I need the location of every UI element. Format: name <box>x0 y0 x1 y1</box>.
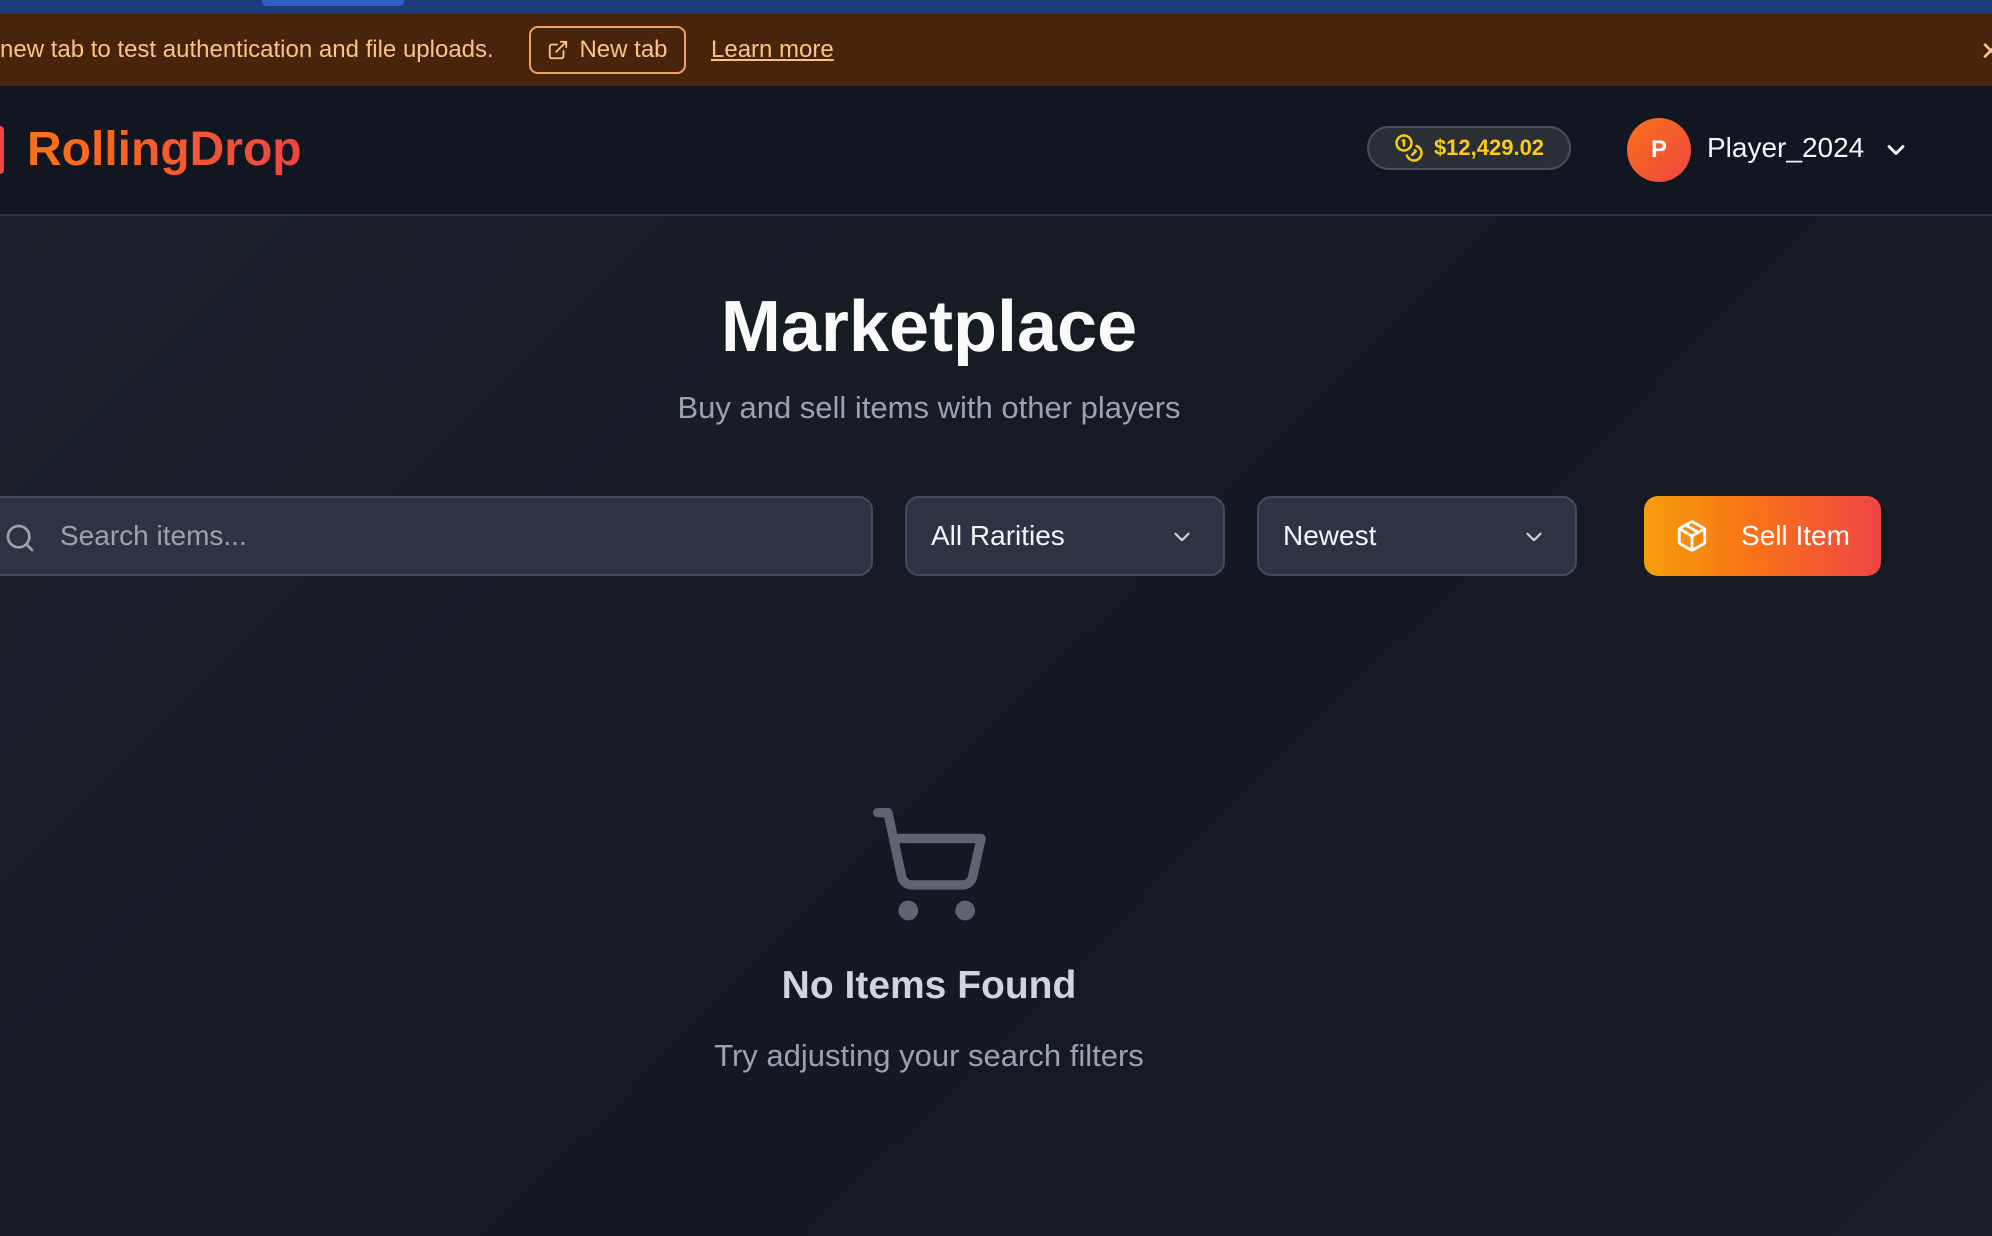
logo-mark <box>0 126 4 174</box>
chevron-down-icon <box>1526 532 1542 542</box>
search-input[interactable] <box>60 498 850 574</box>
search-box[interactable] <box>0 496 873 576</box>
sort-select-value: Newest <box>1283 520 1377 551</box>
username[interactable]: Player_2024 <box>1707 132 1864 164</box>
sell-item-label: Sell Item <box>1741 520 1850 551</box>
new-tab-button[interactable]: New tab <box>529 26 686 74</box>
new-tab-label: New tab <box>579 36 668 63</box>
balance-amount: $12,429.02 <box>1433 135 1545 160</box>
sell-item-button[interactable]: Sell Item <box>1644 496 1881 576</box>
external-link-icon <box>549 40 568 60</box>
sort-select[interactable]: Newest <box>1257 496 1577 576</box>
page-title: Marketplace <box>720 287 1138 367</box>
close-icon[interactable]: ✕ <box>1980 36 1992 67</box>
rarity-select[interactable]: All Rarities <box>905 496 1225 576</box>
rarity-select-value: All Rarities <box>931 520 1065 551</box>
avatar[interactable]: P <box>1627 118 1691 182</box>
brand-logo[interactable]: RollingDrop <box>27 122 302 177</box>
active-tab-indicator[interactable] <box>262 0 404 6</box>
coins-icon <box>1395 134 1423 162</box>
page-subtitle: Buy and sell items with other players <box>677 390 1181 425</box>
empty-state-message: Try adjusting your search filters <box>714 1038 1144 1073</box>
search-icon <box>6 524 34 552</box>
chevron-down-icon[interactable] <box>1882 136 1910 164</box>
empty-state-title: No Items Found <box>781 964 1077 1007</box>
browser-top-strip <box>0 0 1992 14</box>
chevron-down-icon <box>1174 532 1190 542</box>
learn-more-link[interactable]: Learn more <box>711 36 834 64</box>
package-icon <box>1677 520 1707 552</box>
site-header: RollingDrop $12,429.02 P Player_2024 <box>0 86 1992 216</box>
marketplace-main: Marketplace Buy and sell items with othe… <box>0 216 1992 1236</box>
banner-message: new tab to test authentication and file … <box>0 36 494 63</box>
avatar-initial: P <box>1650 136 1667 163</box>
info-banner: new tab to test authentication and file … <box>0 14 1992 86</box>
balance-badge: $12,429.02 <box>1367 126 1571 170</box>
shopping-cart-icon <box>872 807 986 921</box>
